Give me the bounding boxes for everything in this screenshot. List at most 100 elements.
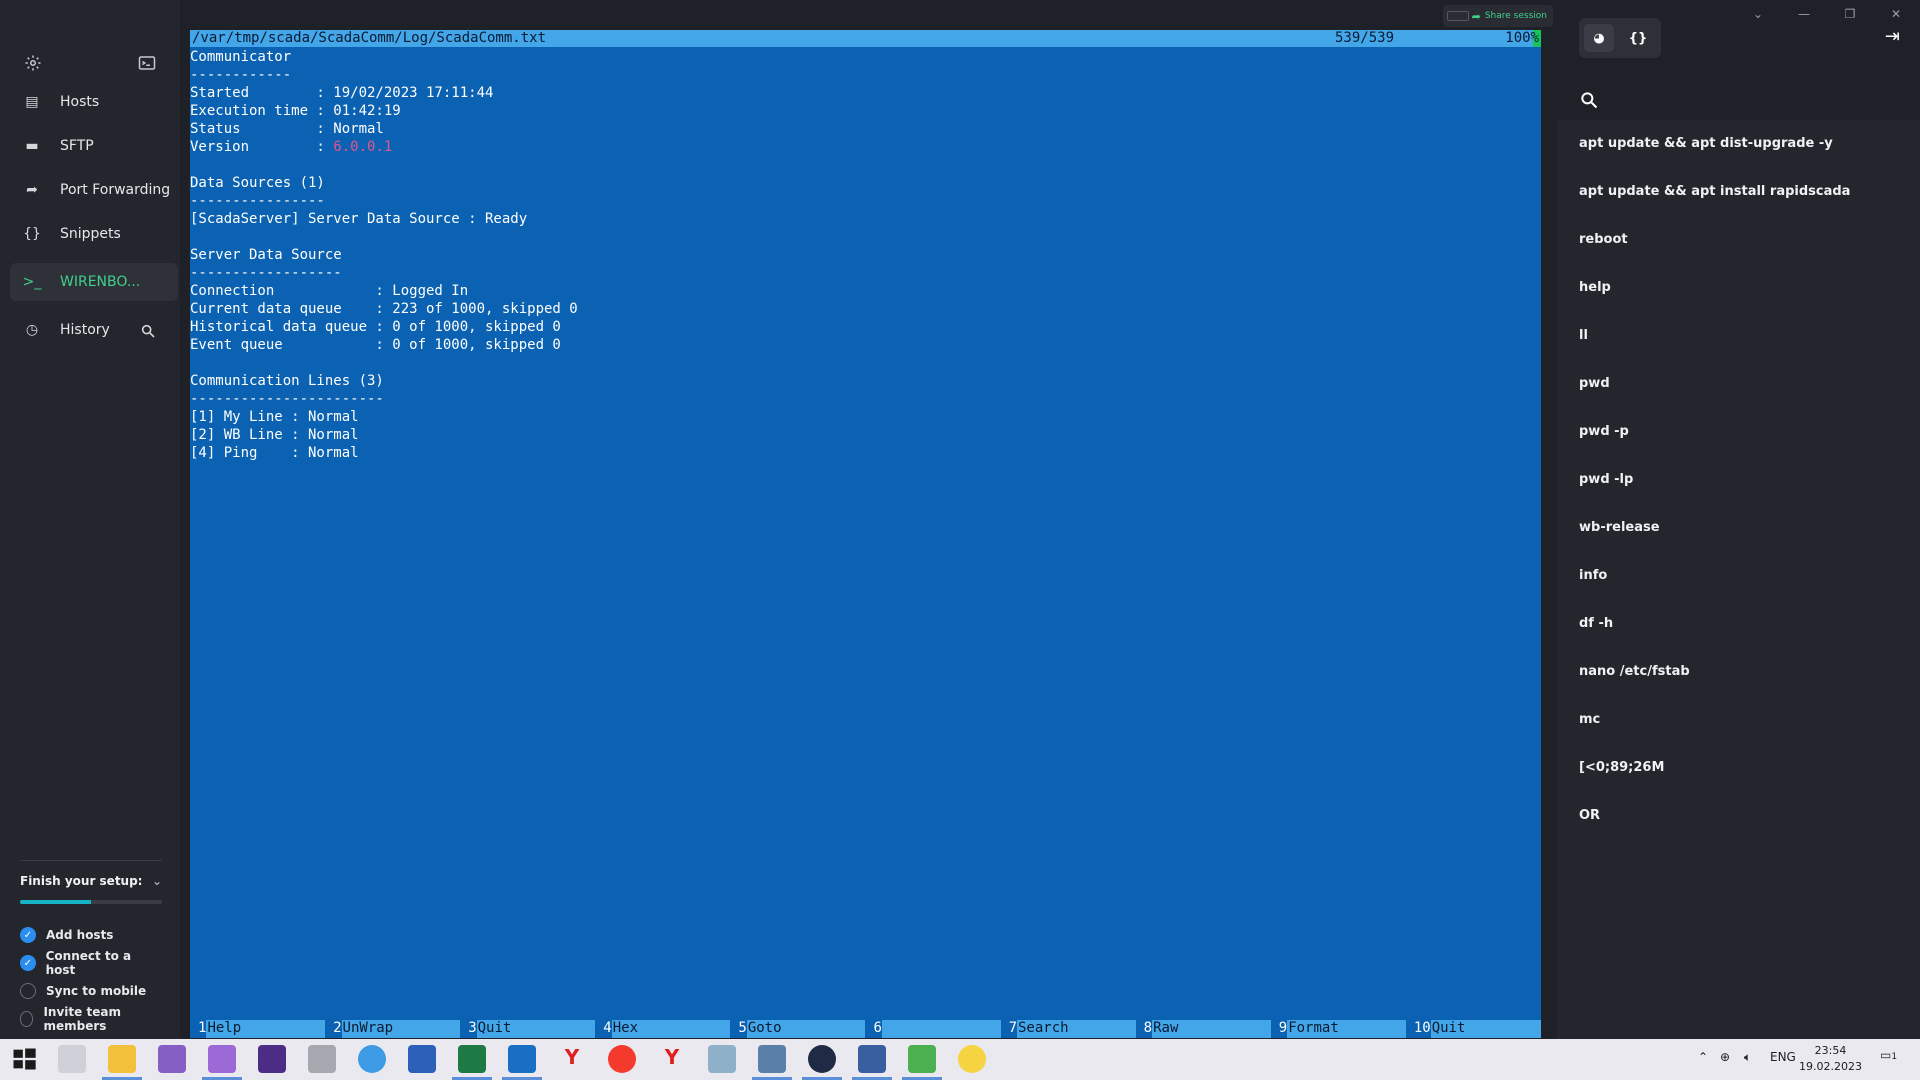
- function-key[interactable]: 6: [865, 1020, 1001, 1038]
- function-key-label: [881, 1020, 1001, 1038]
- windows-start-icon[interactable]: [10, 1045, 38, 1073]
- collapse-panel-icon[interactable]: ⇥: [1885, 26, 1900, 47]
- tab-snippets[interactable]: {}: [1623, 24, 1653, 52]
- snippet-item[interactable]: ll: [1579, 328, 1588, 343]
- snippet-item[interactable]: help: [1579, 280, 1611, 295]
- sidebar-item-label: Hosts: [60, 94, 100, 110]
- terminal-line-text: Server Data Source: [190, 247, 342, 263]
- chevron-down-icon[interactable]: ⌄: [1743, 4, 1773, 24]
- app-icon[interactable]: [858, 1045, 886, 1073]
- function-key[interactable]: 10 Quit: [1405, 1020, 1541, 1038]
- app-icon[interactable]: [708, 1045, 736, 1073]
- setup-progress-bar: [20, 900, 162, 904]
- language-indicator[interactable]: ENG: [1770, 1050, 1796, 1064]
- setup-task[interactable]: Sync to mobile: [20, 982, 146, 1000]
- visual-studio-alt-icon[interactable]: [208, 1045, 236, 1073]
- sidebar-item-history[interactable]: ◷ History: [10, 311, 178, 349]
- function-key-number: 8: [1135, 1020, 1153, 1038]
- snippet-item[interactable]: apt update && apt dist-upgrade -y: [1579, 136, 1833, 151]
- lightbulb-icon[interactable]: [958, 1045, 986, 1073]
- gear-icon[interactable]: [24, 54, 42, 72]
- tab-history[interactable]: ◕: [1584, 24, 1614, 52]
- termius-icon[interactable]: [808, 1045, 836, 1073]
- terminal-view[interactable]: /var/tmp/scada/ScadaComm/Log/ScadaComm.t…: [190, 30, 1541, 1038]
- hosts-icon: ▤: [25, 94, 39, 110]
- setup-progress-fill: [20, 900, 91, 904]
- sidebar-item-hosts[interactable]: ▤ Hosts: [10, 83, 178, 121]
- close-icon[interactable]: ✕: [1881, 4, 1911, 24]
- sidebar-item-snippets[interactable]: {} Snippets: [10, 215, 178, 253]
- empty-circle-icon: [20, 1011, 34, 1027]
- function-key-label: Goto: [746, 1020, 866, 1038]
- terminal-icon[interactable]: [138, 54, 156, 72]
- search-icon[interactable]: [1579, 90, 1599, 110]
- terminal-line-text: [ScadaServer] Server Data Source : Ready: [190, 211, 528, 227]
- restore-icon[interactable]: ❐: [1835, 4, 1865, 24]
- share-session-button[interactable]: ➦ Share session: [1443, 5, 1553, 27]
- notification-icon[interactable]: ▭1: [1880, 1048, 1897, 1062]
- sidebar-item-active-session[interactable]: >_ WIRENBO...: [10, 263, 178, 301]
- app-icon[interactable]: [758, 1045, 786, 1073]
- function-key[interactable]: 9 Format: [1270, 1020, 1406, 1038]
- function-key[interactable]: 1 Help: [190, 1020, 326, 1038]
- minimize-icon[interactable]: —: [1789, 4, 1819, 24]
- snippet-item[interactable]: apt update && apt install rapidscada: [1579, 184, 1850, 199]
- braces-icon: {}: [23, 226, 41, 242]
- function-key[interactable]: 4 Hex: [595, 1020, 731, 1038]
- function-key[interactable]: 3 Quit: [460, 1020, 596, 1038]
- terminal-line: ------------------: [190, 264, 1541, 282]
- version-value: 6.0.0.1: [333, 139, 393, 155]
- function-key[interactable]: 7 Search: [1000, 1020, 1136, 1038]
- snippet-item[interactable]: pwd -p: [1579, 424, 1629, 439]
- function-key[interactable]: 5 Goto: [730, 1020, 866, 1038]
- function-key[interactable]: 8 Raw: [1135, 1020, 1271, 1038]
- snippet-item[interactable]: mc: [1579, 712, 1600, 727]
- snippet-item[interactable]: pwd -lp: [1579, 472, 1633, 487]
- taskbar: Y Y ⌃ ⊕ 🔈︎ ENG 23:54 19.02.2023 ▭1: [0, 1039, 1920, 1080]
- clock[interactable]: 23:54 19.02.2023: [1799, 1043, 1862, 1075]
- function-key-number: 5: [730, 1020, 747, 1038]
- chevron-up-icon[interactable]: ⌃: [1698, 1050, 1708, 1064]
- function-key-label: UnWrap: [341, 1020, 461, 1038]
- folder-icon: ▬: [25, 138, 39, 154]
- function-key[interactable]: 2 UnWrap: [325, 1020, 461, 1038]
- dotpeek-icon[interactable]: [258, 1045, 286, 1073]
- snippet-item[interactable]: [<0;89;26M: [1579, 760, 1664, 775]
- app-icon[interactable]: [308, 1045, 336, 1073]
- function-key-number: 7: [1000, 1020, 1017, 1038]
- yandex-alt-icon[interactable]: Y: [658, 1045, 686, 1073]
- search-icon[interactable]: [140, 323, 156, 339]
- setup-title: Finish your setup:: [20, 874, 143, 888]
- globe-icon[interactable]: ⊕: [1720, 1050, 1730, 1064]
- function-key-number: 1: [190, 1020, 207, 1038]
- outlook-icon[interactable]: [508, 1045, 536, 1073]
- word-icon[interactable]: [408, 1045, 436, 1073]
- sidebar-top-actions: [20, 52, 160, 76]
- volume-icon[interactable]: 🔈︎: [1744, 1050, 1751, 1065]
- file-explorer-icon[interactable]: [108, 1045, 136, 1073]
- snippet-item[interactable]: nano /etc/fstab: [1579, 664, 1690, 679]
- setup-task[interactable]: ✓ Add hosts: [20, 926, 113, 944]
- snippet-item[interactable]: wb-release: [1579, 520, 1660, 535]
- snippet-item[interactable]: OR: [1579, 808, 1600, 823]
- chevron-down-icon[interactable]: ⌄: [152, 874, 162, 888]
- terminal-line-text: [190, 229, 198, 245]
- snippet-item[interactable]: info: [1579, 568, 1607, 583]
- task-view-icon[interactable]: [58, 1045, 86, 1073]
- terminal-prompt-icon: >_: [22, 274, 42, 290]
- sidebar-item-port-forwarding[interactable]: ➦ Port Forwarding: [10, 171, 178, 209]
- setup-task[interactable]: Invite team members: [20, 1005, 162, 1033]
- excel-icon[interactable]: [458, 1045, 486, 1073]
- snippet-item[interactable]: df -h: [1579, 616, 1613, 631]
- yandex-browser-icon[interactable]: Y: [558, 1045, 586, 1073]
- setup-task-label: Invite team members: [43, 1005, 121, 1033]
- function-key-number: 9: [1270, 1020, 1288, 1038]
- visual-studio-icon[interactable]: [158, 1045, 186, 1073]
- setup-task[interactable]: ✓ Connect to a host: [20, 949, 162, 977]
- app-icon[interactable]: [908, 1045, 936, 1073]
- sidebar-item-sftp[interactable]: ▬ SFTP: [10, 127, 178, 165]
- snippet-item[interactable]: pwd: [1579, 376, 1610, 391]
- yandex-icon[interactable]: [608, 1045, 636, 1073]
- snippet-item[interactable]: reboot: [1579, 232, 1628, 247]
- internet-explorer-icon[interactable]: [358, 1045, 386, 1073]
